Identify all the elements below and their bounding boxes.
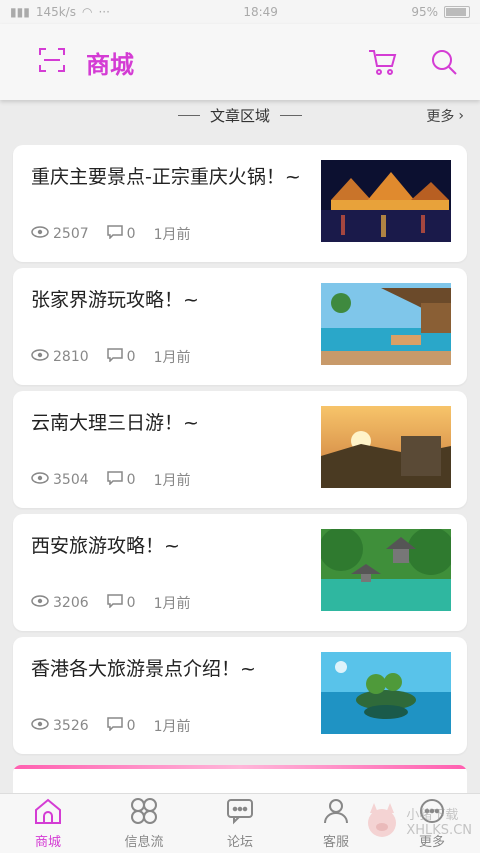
- view-count: 3206: [53, 595, 89, 611]
- tab-shop[interactable]: 商城: [0, 794, 96, 853]
- page-title: 商城: [86, 50, 134, 79]
- article-title: 香港各大旅游景点介绍！~: [31, 658, 256, 680]
- dots-icon: ···: [98, 5, 110, 19]
- service-icon: [321, 797, 351, 829]
- comment-count: 0: [126, 226, 136, 242]
- cart-icon[interactable]: [364, 44, 400, 80]
- comment-icon: [106, 225, 123, 243]
- divider: [280, 114, 302, 116]
- app-header: 商城: [0, 24, 480, 100]
- chevron-right-icon: ›: [458, 108, 464, 124]
- battery-percent: 95%: [411, 5, 438, 19]
- tab-feed[interactable]: 信息流: [96, 794, 192, 853]
- section-header: 文章区域 更多 ›: [0, 100, 480, 130]
- comment-count: 0: [126, 472, 136, 488]
- article-thumbnail[interactable]: [321, 652, 451, 734]
- comment-icon: [106, 348, 123, 366]
- feed-icon: [129, 797, 159, 829]
- post-time: 1月前: [153, 719, 191, 735]
- article-thumbnail[interactable]: [321, 160, 451, 242]
- more-link[interactable]: 更多 ›: [426, 106, 464, 126]
- post-time: 1月前: [153, 473, 191, 489]
- signal-icon: ▮▮▮: [10, 5, 30, 19]
- eye-icon: [31, 472, 49, 488]
- article-meta: 2507 0 1月前: [31, 224, 208, 244]
- eye-icon: [31, 349, 49, 365]
- section-title: 文章区域: [209, 106, 270, 125]
- view-count: 2810: [53, 349, 89, 365]
- eye-icon: [31, 718, 49, 734]
- article-title: 云南大理三日游！~: [31, 412, 199, 434]
- search-icon[interactable]: [426, 44, 462, 80]
- comment-icon: [106, 717, 123, 735]
- tab-forum[interactable]: 论坛: [192, 794, 288, 853]
- tab-label: 商城: [34, 835, 61, 850]
- watermark-line2: XHLKS.CN: [406, 823, 472, 838]
- article-card[interactable]: 云南大理三日游！~ 3504 0 1月前: [13, 391, 467, 508]
- article-card[interactable]: 香港各大旅游景点介绍！~ 3526 0 1月前: [13, 637, 467, 754]
- post-time: 1月前: [153, 227, 191, 243]
- watermark-line1: 小猪下载: [406, 808, 459, 823]
- divider: [177, 114, 200, 116]
- article-title: 西安旅游攻略！~: [31, 535, 180, 557]
- article-card[interactable]: 重庆主要景点-正宗重庆火锅！~ 2507 0 1月前: [13, 145, 467, 262]
- article-meta: 2810 0 1月前: [31, 347, 208, 367]
- wifi-icon: ◠: [81, 5, 93, 19]
- article-thumbnail[interactable]: [321, 406, 451, 488]
- article-thumbnail[interactable]: [321, 529, 451, 611]
- promo-banner[interactable]: [13, 765, 467, 795]
- comment-count: 0: [126, 718, 136, 734]
- comment-count: 0: [126, 595, 136, 611]
- eye-icon: [31, 595, 49, 611]
- battery-icon: [443, 6, 470, 18]
- article-meta: 3206 0 1月前: [31, 593, 208, 613]
- post-time: 1月前: [153, 596, 191, 612]
- clock: 18:49: [243, 5, 278, 19]
- scan-icon[interactable]: [38, 46, 66, 78]
- article-card[interactable]: 西安旅游攻略！~ 3206 0 1月前: [13, 514, 467, 631]
- article-meta: 3504 0 1月前: [31, 470, 208, 490]
- tab-label: 论坛: [226, 835, 253, 850]
- network-speed: 145k/s: [35, 5, 76, 19]
- view-count: 2507: [53, 226, 89, 242]
- view-count: 3526: [53, 718, 89, 734]
- pig-logo-icon: [362, 801, 402, 845]
- eye-icon: [31, 226, 49, 242]
- site-watermark: 小猪下载 XHLKS.CN: [362, 801, 472, 845]
- more-label: 更多: [426, 109, 455, 125]
- comment-count: 0: [126, 349, 136, 365]
- comment-icon: [106, 471, 123, 489]
- tab-label: 信息流: [124, 835, 164, 850]
- forum-icon: [225, 797, 255, 829]
- tab-label: 客服: [322, 835, 349, 850]
- status-bar: ▮▮▮ 145k/s ◠ ··· 18:49 95%: [0, 0, 480, 24]
- article-meta: 3526 0 1月前: [31, 716, 208, 736]
- article-thumbnail[interactable]: [321, 283, 451, 365]
- article-title: 张家界游玩攻略！~: [31, 289, 199, 311]
- comment-icon: [106, 594, 123, 612]
- article-list: 重庆主要景点-正宗重庆火锅！~ 2507 0 1月前 张家界游玩攻略！~ 281…: [0, 130, 480, 754]
- view-count: 3504: [53, 472, 89, 488]
- shop-icon: [33, 797, 63, 829]
- post-time: 1月前: [153, 350, 191, 366]
- article-card[interactable]: 张家界游玩攻略！~ 2810 0 1月前: [13, 268, 467, 385]
- article-title: 重庆主要景点-正宗重庆火锅！~: [31, 166, 301, 188]
